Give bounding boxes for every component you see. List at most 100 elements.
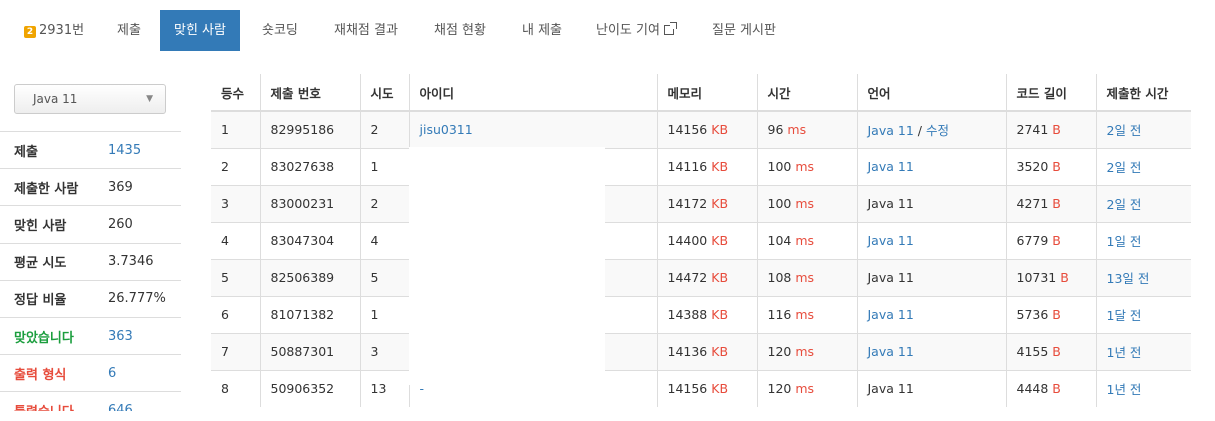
memory-unit: KB	[711, 196, 729, 211]
submitted-time-link[interactable]: 1년 전	[1107, 345, 1142, 360]
language-link[interactable]: Java 11	[868, 307, 914, 322]
submitted-time-link[interactable]: 1년 전	[1107, 382, 1142, 397]
language-link[interactable]: Java 11	[868, 233, 914, 248]
rank-cell: 3	[211, 184, 260, 222]
rank-cell: 1	[211, 110, 260, 148]
tab-difficulty-label: 난이도 기여	[596, 23, 660, 38]
table-row: 6 81071382 1 14388 KB 116 ms Java 11 5736 B 1달 …	[211, 295, 1191, 333]
stat-value[interactable]: 6	[108, 366, 116, 381]
memory-cell: 14136 KB	[656, 332, 757, 370]
tab-question-board[interactable]: 질문 게시판	[712, 10, 776, 51]
submission-id-cell: 81071382	[259, 295, 360, 333]
tab-submit[interactable]: 제출	[117, 10, 141, 51]
time-unit: ms	[795, 381, 815, 397]
submitted-time-link[interactable]: 2일 전	[1107, 197, 1142, 212]
memory-value: 14172	[667, 196, 708, 211]
language-link[interactable]: Java 11	[868, 159, 914, 174]
code-length-value: 6779	[1016, 233, 1049, 248]
time-unit: ms	[795, 159, 815, 174]
code-length-cell: 5736 B	[1005, 295, 1096, 333]
code-length-cell: 10731 B	[1005, 258, 1096, 296]
external-link-icon	[663, 22, 677, 35]
column-header: 등수	[211, 74, 260, 112]
tab-short-coding[interactable]: 숏코딩	[262, 10, 298, 51]
tab-rejudge-results[interactable]: 재채점 결과	[334, 10, 398, 51]
time-unit: ms	[795, 196, 815, 211]
stat-value[interactable]: 1435	[108, 143, 141, 158]
memory-unit: KB	[711, 122, 729, 138]
table-row: 1 82995186 2 jisu0311 14156 KB 96 ms Java 11 /…	[211, 110, 1191, 148]
submitted-time-link[interactable]: 1일 전	[1107, 234, 1142, 249]
column-header: 코드 길이	[1005, 74, 1096, 112]
language-cell: Java 11	[856, 147, 1006, 185]
submitted-time-cell: 1년 전	[1095, 369, 1191, 407]
memory-value: 14156	[667, 122, 708, 138]
time-cell: 100 ms	[756, 184, 857, 222]
language-link[interactable]: Java 11	[868, 123, 914, 138]
time-value: 104	[767, 233, 792, 248]
memory-unit: KB	[711, 381, 729, 397]
tab-difficulty-contribution[interactable]: 난이도 기여	[596, 10, 677, 51]
submitted-time-link[interactable]: 1달 전	[1107, 308, 1142, 323]
rank-cell: 5	[211, 258, 260, 296]
language-cell: Java 11 / 수정	[856, 110, 1006, 148]
rank-cell: 7	[211, 332, 260, 370]
stat-value[interactable]: 646	[108, 403, 133, 411]
language-link[interactable]: Java 11	[868, 344, 914, 359]
code-length-unit: B	[1052, 233, 1061, 248]
stat-value[interactable]: 363	[108, 329, 133, 344]
attempts-cell: 2	[359, 110, 409, 148]
table-row: 3 83000231 2 14172 KB 100 ms Java 11 4271 B 2일 …	[211, 184, 1191, 222]
problem-number-link[interactable]: 2 2931번	[24, 10, 84, 51]
stat-value: 3.7346	[108, 254, 154, 270]
code-length-cell: 3520 B	[1005, 147, 1096, 185]
submitted-time-cell: 13일 전	[1095, 258, 1191, 296]
submitted-time-link[interactable]: 13일 전	[1107, 271, 1150, 286]
submitted-time-cell: 2일 전	[1095, 110, 1191, 148]
column-header: 시간	[756, 74, 857, 112]
memory-unit: KB	[711, 344, 729, 359]
edit-link[interactable]: 수정	[926, 123, 949, 138]
time-value: 100	[767, 196, 792, 211]
submission-id-cell: 50906352	[259, 369, 360, 407]
memory-unit: KB	[711, 307, 729, 322]
stat-label: 틀렸습니다	[0, 401, 108, 411]
language-cell: Java 11	[856, 258, 1006, 296]
language-link: Java 11	[867, 381, 914, 397]
table-header-row: 등수 제출 번호 시도 아이디 메모리 시간 언어 코드 길이 제출한 시간	[211, 74, 1191, 112]
accepted-users-table: 등수 제출 번호 시도 아이디 메모리 시간 언어 코드 길이 제출한 시간 1 82995186…	[211, 74, 1191, 411]
language-select[interactable]: Java 11 ▼	[14, 84, 166, 114]
code-length-value: 4271	[1016, 196, 1049, 211]
submission-id-cell: 82506389	[259, 258, 360, 296]
submission-id-cell: 83027638	[259, 147, 360, 185]
column-header: 시도	[359, 74, 409, 112]
user-id-cell: jisu0311	[408, 110, 657, 148]
time-cell: 120 ms	[756, 369, 857, 407]
memory-cell: 14388 KB	[656, 295, 757, 333]
tab-my-submissions[interactable]: 내 제출	[522, 10, 562, 51]
tab-accepted-users[interactable]: 맞힌 사람	[160, 10, 240, 51]
code-length-unit: B	[1052, 344, 1061, 359]
table-row: 4 83047304 4 14400 KB 104 ms Java 11 6779 B 1일 …	[211, 221, 1191, 259]
code-length-cell: 4155 B	[1005, 332, 1096, 370]
stat-row: 제출한 사람 369	[0, 168, 181, 205]
tier-badge-icon: 2	[24, 26, 36, 38]
code-length-cell: 2741 B	[1005, 110, 1096, 148]
memory-cell: 14156 KB	[656, 369, 757, 407]
stat-label: 맞았습니다	[14, 330, 74, 346]
submitted-time-link[interactable]: 2일 전	[1107, 123, 1142, 138]
attempts-cell: 13	[359, 369, 409, 407]
language-cell: Java 11	[856, 295, 1006, 333]
submitted-time-cell: 2일 전	[1095, 184, 1191, 222]
stat-row: 맞힌 사람 260	[0, 205, 181, 242]
tab-judge-status[interactable]: 채점 현황	[434, 10, 486, 51]
time-value: 120	[767, 381, 792, 397]
user-id-link[interactable]: jisu0311	[420, 122, 473, 137]
time-cell: 116 ms	[756, 295, 857, 333]
time-cell: 120 ms	[756, 332, 857, 370]
submitted-time-link[interactable]: 2일 전	[1107, 160, 1142, 175]
redacted-area	[409, 147, 605, 385]
stat-value: 369	[108, 179, 133, 195]
time-cell: 100 ms	[756, 147, 857, 185]
time-unit: ms	[795, 270, 815, 285]
